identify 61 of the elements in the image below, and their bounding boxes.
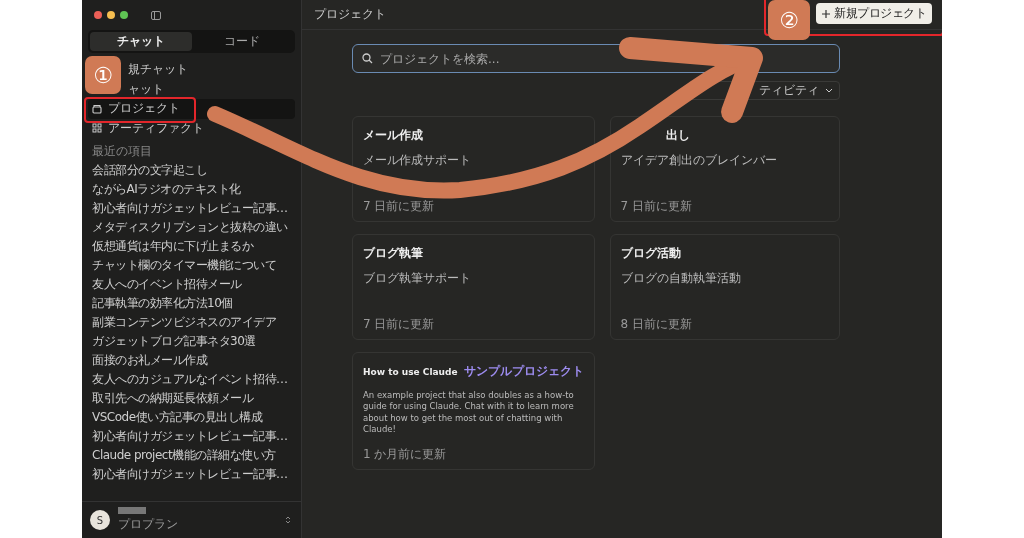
recent-chat-item[interactable]: 初心者向けガジェットレビュー記事…: [88, 427, 295, 446]
avatar[interactable]: S: [90, 510, 110, 530]
recent-chat-item[interactable]: 初心者向けガジェットレビュー記事…: [88, 465, 295, 484]
recent-chat-item[interactable]: VSCode使い方記事の見出し構成: [88, 408, 295, 427]
plan-label: プロプラン: [118, 516, 178, 533]
recent-chat-item[interactable]: 副業コンテンツビジネスのアイデア: [88, 313, 295, 332]
new-project-button[interactable]: 新規プロジェクト: [816, 3, 932, 24]
chevron-up-down-icon[interactable]: [285, 515, 291, 525]
updated-time: 8 日前に更新: [620, 316, 693, 333]
project-title: 出し: [664, 127, 690, 144]
plus-icon: [822, 9, 830, 18]
recent-chat-item[interactable]: ガジェットブログ記事ネタ30選: [88, 332, 295, 351]
sidebar-toggle-icon[interactable]: [151, 10, 161, 20]
project-title: ブログ執筆: [363, 245, 423, 262]
project-card[interactable]: ブログ執筆 ブログ執筆サポート 7 日前に更新: [352, 234, 595, 340]
grid-icon: [92, 123, 102, 134]
chevron-down-icon: [825, 88, 833, 93]
recent-chat-item[interactable]: 面接のお礼メール作成: [88, 351, 295, 370]
project-description: ブログ執筆サポート: [363, 270, 472, 287]
recent-chat-item[interactable]: 仮想通貨は年内に下げ止まるか: [88, 237, 295, 256]
project-card[interactable]: How to use Claude サンプルプロジェクト An example project that also doubles as a how-to guide for using Claude. Chat with it to learn more about how to get the most out of chatting with Claude! 1 か月前に更新: [352, 352, 595, 470]
project-description: アイデア創出のブレインバー: [620, 152, 778, 169]
recent-chat-item[interactable]: 会話部分の文字起こし: [88, 161, 295, 180]
updated-time: 1 か月前に更新: [363, 445, 448, 463]
page-title: プロジェクト: [314, 6, 386, 23]
close-icon[interactable]: [94, 11, 102, 19]
project-title: How to use Claude: [363, 366, 458, 377]
mode-tab[interactable]: コード: [191, 32, 293, 51]
recent-chat-item[interactable]: Claude project機能の詳細な使い方: [88, 446, 295, 465]
project-title: メール作成: [363, 127, 423, 144]
recent-chat-item[interactable]: 友人へのイベント招待メール: [88, 275, 295, 294]
maximize-icon[interactable]: [120, 11, 128, 19]
updated-time: 7 日前に更新: [620, 198, 693, 215]
sample-tag: サンプルプロジェクト: [463, 363, 584, 380]
nav-item[interactable]: 規チャット: [124, 60, 295, 80]
project-card[interactable]: 出し アイデア創出のブレインバー 7 日前に更新: [609, 116, 840, 222]
recent-chat-item[interactable]: 取引先への納期延長依頼メール: [88, 389, 295, 408]
recent-chat-item[interactable]: チャット欄のタイマー機能について: [88, 256, 295, 275]
nav-item[interactable]: ャット: [124, 79, 295, 99]
project-description: ブログの自動執筆活動: [620, 270, 742, 287]
recent-chat-item[interactable]: 友人へのカジュアルなイベント招待…: [88, 370, 295, 389]
recent-chat-item[interactable]: ながらAIラジオのテキスト化: [88, 180, 295, 199]
project-title: ブログ活動: [620, 245, 681, 262]
nav-item[interactable]: プロジェクト: [88, 99, 295, 119]
updated-time: 7 日前に更新: [363, 316, 436, 333]
recent-chat-item[interactable]: メタディスクリプションと抜粋の違い: [88, 218, 295, 237]
recent-chat-item[interactable]: 初心者向けガジェットレビュー記事…: [88, 199, 295, 218]
project-description: メール作成サポート: [363, 152, 472, 169]
nav-item[interactable]: アーティファクト: [88, 118, 295, 138]
recent-chat-item[interactable]: 記事執筆の効率化方法10個: [88, 294, 295, 313]
mode-tab[interactable]: チャット: [90, 32, 192, 51]
project-description: An example project that also doubles as a how-to guide for using Claude. Chat with it to learn more about how to get the most out of chatting with Claude!: [363, 390, 575, 436]
redacted-name: [118, 507, 146, 514]
minimize-icon[interactable]: [107, 11, 115, 19]
updated-time: 7 日前に更新: [363, 198, 436, 215]
folder-icon: [92, 103, 102, 114]
search-icon: [362, 53, 373, 64]
step-marker: ①: [85, 56, 121, 94]
step-marker: ②: [768, 0, 810, 40]
project-card[interactable]: ブログ活動 ブログの自動執筆活動 8 日前に更新: [609, 234, 840, 340]
section-heading: 最近の項目: [92, 143, 153, 160]
